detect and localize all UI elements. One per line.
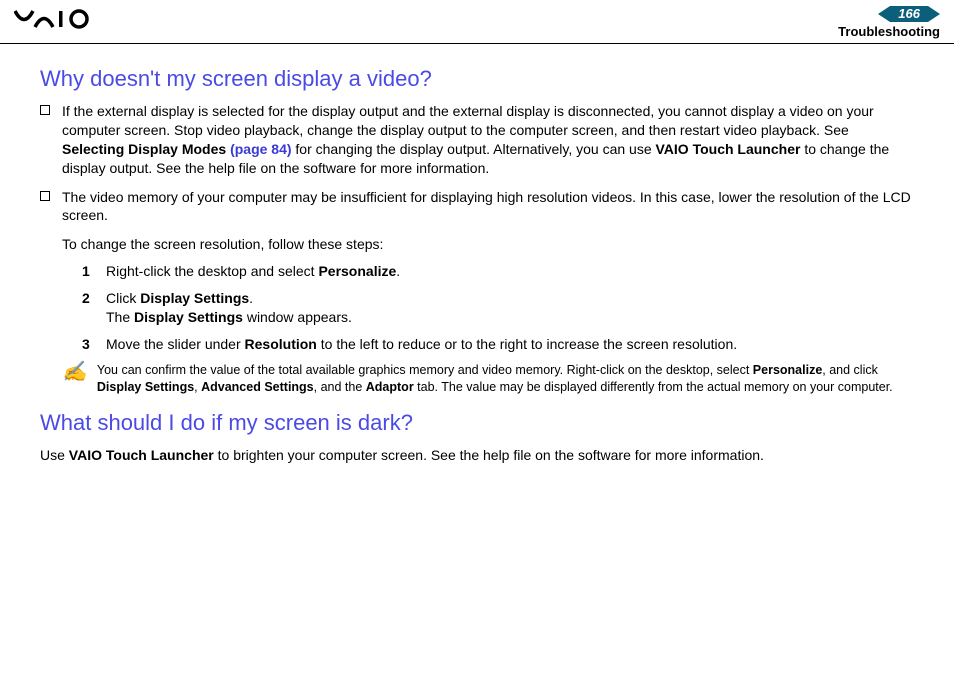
bold-text: VAIO Touch Launcher: [656, 141, 801, 157]
bold-text: Selecting Display Modes: [62, 141, 230, 157]
bold-text: Advanced Settings: [201, 380, 314, 394]
text: .: [249, 290, 253, 306]
text: The: [106, 309, 134, 325]
square-bullet-icon: [40, 105, 50, 115]
question-heading-1: Why doesn't my screen display a video?: [40, 66, 914, 92]
text: Click: [106, 290, 140, 306]
bullet-item: The video memory of your computer may be…: [40, 188, 914, 226]
step-item: 1 Right-click the desktop and select Per…: [82, 262, 914, 281]
note-icon: ✍: [62, 362, 87, 396]
header-right: 166 Troubleshooting: [838, 6, 940, 39]
text: If the external display is selected for …: [62, 103, 874, 138]
text: Move the slider under: [106, 336, 245, 352]
step-number: 2: [82, 289, 94, 327]
text: Use: [40, 447, 69, 463]
text: tab. The value may be displayed differen…: [414, 380, 893, 394]
text: Right-click the desktop and select: [106, 263, 318, 279]
bold-text: Display Settings: [140, 290, 249, 306]
text: to brighten your computer screen. See th…: [214, 447, 764, 463]
page-content: Why doesn't my screen display a video? I…: [0, 44, 954, 464]
page-reference-link[interactable]: (page 84): [230, 141, 291, 157]
text: .: [396, 263, 400, 279]
intro-text: To change the screen resolution, follow …: [62, 235, 914, 254]
prev-page-arrow-icon[interactable]: [878, 6, 890, 22]
text: You can confirm the value of the total a…: [97, 363, 753, 377]
text: for changing the display output. Alterna…: [292, 141, 656, 157]
bullet-text: The video memory of your computer may be…: [62, 188, 914, 226]
next-page-arrow-icon[interactable]: [928, 6, 940, 22]
note-text: You can confirm the value of the total a…: [97, 362, 914, 396]
text: window appears.: [243, 309, 352, 325]
vaio-logo: [14, 6, 114, 32]
bold-text: Resolution: [245, 336, 317, 352]
text: to the left to reduce or to the right to…: [317, 336, 737, 352]
step-text: Right-click the desktop and select Perso…: [106, 262, 400, 281]
bullet-item: If the external display is selected for …: [40, 102, 914, 178]
step-text: Move the slider under Resolution to the …: [106, 335, 737, 354]
bold-text: Personalize: [753, 363, 822, 377]
bold-text: Display Settings: [97, 380, 194, 394]
page-header: 166 Troubleshooting: [0, 0, 954, 44]
note-block: ✍ You can confirm the value of the total…: [62, 362, 914, 396]
step-number: 1: [82, 262, 94, 281]
step-text: Click Display Settings. The Display Sett…: [106, 289, 352, 327]
numbered-steps: 1 Right-click the desktop and select Per…: [82, 262, 914, 354]
bold-text: Personalize: [318, 263, 396, 279]
text: , and click: [822, 363, 878, 377]
square-bullet-icon: [40, 191, 50, 201]
bold-text: Adaptor: [366, 380, 414, 394]
text: , and the: [314, 380, 366, 394]
bold-text: VAIO Touch Launcher: [69, 447, 214, 463]
step-item: 3 Move the slider under Resolution to th…: [82, 335, 914, 354]
paragraph: Use VAIO Touch Launcher to brighten your…: [40, 446, 914, 465]
page-number: 166: [890, 6, 928, 22]
bold-text: Display Settings: [134, 309, 243, 325]
step-item: 2 Click Display Settings. The Display Se…: [82, 289, 914, 327]
vaio-logo-svg: [14, 7, 114, 31]
page-navigator: 166: [878, 6, 940, 22]
section-label: Troubleshooting: [838, 24, 940, 39]
bullet-text: If the external display is selected for …: [62, 102, 914, 178]
step-number: 3: [82, 335, 94, 354]
question-heading-2: What should I do if my screen is dark?: [40, 410, 914, 436]
